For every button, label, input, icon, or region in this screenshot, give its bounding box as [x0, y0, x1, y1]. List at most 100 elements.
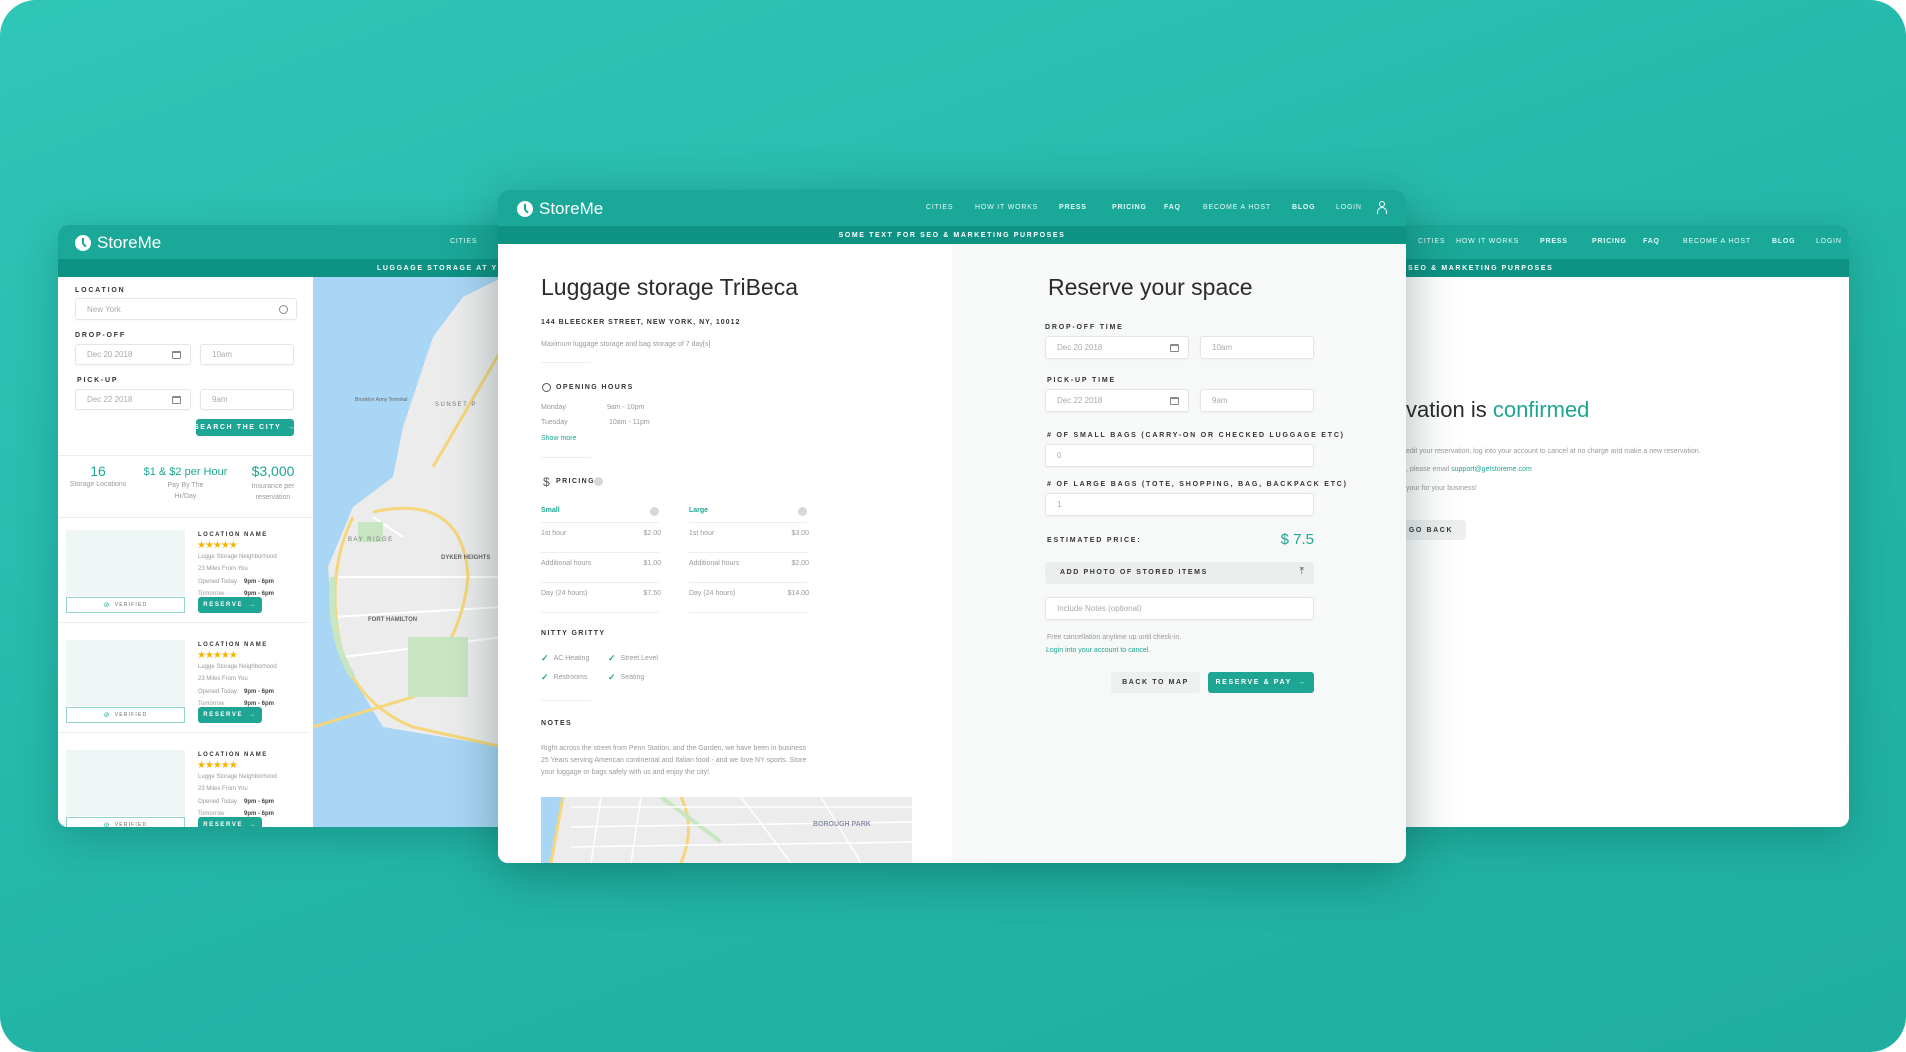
search-city-button[interactable]: SEARCH THE CITY →	[194, 419, 294, 436]
distance: 23 Miles From You	[198, 566, 248, 572]
info-icon[interactable]	[594, 477, 603, 486]
check-circle-icon: ⊘	[103, 712, 111, 719]
location-map[interactable]: BOROUGH PARK	[541, 797, 912, 863]
notes-input[interactable]: Include Notes (optional)	[1045, 597, 1314, 620]
list-item[interactable]: ⊘ VERIFIED LOCATION NAME ★★★★★ Lugge Stor…	[58, 745, 313, 827]
divider	[689, 552, 807, 553]
listing-photo	[66, 750, 185, 816]
locate-icon[interactable]	[279, 305, 288, 314]
pickup-time-input[interactable]: 9am	[200, 389, 294, 410]
reserve-title: Reserve your space	[1048, 274, 1253, 300]
amenity-item: ✓ Street Level	[608, 653, 658, 664]
divider	[541, 457, 591, 458]
divider	[541, 362, 591, 363]
pickup-date-input[interactable]: Dec 22 2018	[1045, 389, 1189, 412]
nav-become-host[interactable]: BECOME A HOST	[1203, 204, 1271, 211]
nav-press[interactable]: PRESS	[1059, 204, 1087, 211]
reserve-button[interactable]: RESERVE →	[198, 597, 262, 613]
info-icon[interactable]	[798, 507, 807, 516]
nav-how-it-works[interactable]: HOW IT WORKS	[975, 204, 1038, 211]
nav-pricing[interactable]: PRICING	[1592, 238, 1627, 245]
location-input[interactable]: New York	[75, 298, 297, 320]
dropoff-time-input[interactable]: 10am	[200, 344, 294, 365]
price-row-label: Additional hours	[689, 560, 740, 567]
pickup-date-input[interactable]: Dec 22 2018	[75, 389, 191, 410]
user-icon[interactable]	[1376, 201, 1388, 214]
support-email-link[interactable]: support@getstoreme.com	[1451, 466, 1532, 473]
price-row-label: 1st hour	[541, 530, 567, 537]
list-item[interactable]: ⊘ VERIFIED LOCATION NAME ★★★★★ Lugge Stor…	[58, 635, 313, 745]
nav-pricing[interactable]: PRICING	[1112, 204, 1147, 211]
today-hours: 9pm - 6pm	[244, 799, 275, 805]
nav-faq[interactable]: FAQ	[1164, 204, 1181, 211]
list-item[interactable]: ⊘ VERIFIED LOCATION NAME ★★★★★ Lugge Stor…	[58, 525, 313, 635]
today-label: Opened Today	[198, 799, 237, 805]
search-sidebar: LOCATION New York DROP-OFF Dec 20 2018 1…	[58, 277, 313, 827]
dollar-icon: $	[543, 475, 550, 489]
info-icon[interactable]	[650, 507, 659, 516]
back-to-map-button[interactable]: BACK TO MAP	[1111, 672, 1200, 693]
stat: $1 & $2 per Hour Pay By The Hr/Day	[138, 463, 233, 503]
logo[interactable]: StoreMe	[75, 233, 161, 253]
button-label: RESERVE	[203, 822, 244, 827]
arrow-right-icon: →	[249, 602, 257, 608]
pickup-label: PICK-UP	[77, 377, 119, 384]
reserve-button[interactable]: RESERVE →	[198, 817, 262, 827]
address: 144 BLEECKER STREET, NEW YORK, NY, 10012	[541, 319, 741, 326]
nav-cities[interactable]: CITIES	[926, 204, 953, 211]
show-more-link[interactable]: Show more	[541, 435, 576, 442]
hours-day: Tuesday	[541, 419, 568, 426]
login-cancel-link[interactable]: Login into your account to cancel.	[1046, 647, 1150, 654]
nav-faq[interactable]: FAQ	[1643, 238, 1660, 245]
divider	[689, 582, 807, 583]
location-details: Luggage storage TriBeca 144 BLEECKER STR…	[498, 244, 952, 863]
nav-how-it-works[interactable]: HOW IT WORKS	[1456, 238, 1519, 245]
small-bags-input[interactable]: 0	[1045, 444, 1314, 467]
small-bags-value: 0	[1057, 451, 1062, 460]
listing-photo	[66, 530, 185, 596]
go-back-button[interactable]: GO BACK	[1396, 520, 1466, 540]
stat-value: $1 & $2 per Hour	[143, 466, 228, 478]
check-icon: ✓	[541, 672, 549, 682]
check-icon: ✓	[608, 653, 616, 663]
reserve-pay-button[interactable]: RESERVE & PAY →	[1208, 672, 1314, 693]
large-bags-input[interactable]: 1	[1045, 493, 1314, 516]
map-label: BOROUGH PARK	[813, 821, 871, 828]
nav-blog[interactable]: BLOG	[1772, 238, 1795, 245]
price-row-label: Day (24 hours)	[541, 590, 588, 597]
nav-cities[interactable]: CITIES	[450, 238, 477, 245]
hours-time: 9am - 10pm	[607, 404, 645, 411]
nav-become-host[interactable]: BECOME A HOST	[1683, 238, 1751, 245]
neighborhood: Lugge Storage Neighborhood	[198, 664, 277, 670]
distance: 23 Miles From You	[198, 786, 248, 792]
pickup-time-input[interactable]: 9am	[1200, 389, 1314, 412]
large-bags-label: # OF LARGE BAGS (TOTE, SHOPPING, BAG, BA…	[1047, 481, 1348, 488]
clock-icon	[542, 383, 551, 392]
pickup-date: Dec 22 2018	[87, 395, 133, 404]
large-bags-value: 1	[1057, 500, 1062, 509]
map[interactable]: Brooklyn Army Terminal SUNSET P BAY RIDG…	[313, 277, 503, 827]
verified-badge: ⊘ VERIFIED	[66, 707, 185, 723]
page-title: Luggage storage TriBeca	[541, 274, 799, 300]
pricing-title: PRICING	[556, 478, 595, 485]
estimated-price-label: ESTIMATED PRICE:	[1047, 537, 1142, 544]
dropoff-date-input[interactable]: Dec 20 2018	[1045, 336, 1189, 359]
dropoff-time-input[interactable]: 10am	[1200, 336, 1314, 359]
calendar-icon	[1170, 343, 1179, 352]
pricing-table-large: Large 1st hour $3.00 Additional hours $2…	[689, 504, 809, 624]
today-label: Opened Today	[198, 689, 237, 695]
logo[interactable]: StoreMe	[517, 199, 603, 219]
nav-press[interactable]: PRESS	[1540, 238, 1568, 245]
reserve-button[interactable]: RESERVE →	[198, 707, 262, 723]
nav-cities[interactable]: CITIES	[1418, 238, 1445, 245]
price-row-value: $1.00	[643, 560, 661, 567]
add-photo-button[interactable]: ADD PHOTO OF STORED ITEMS ⤒	[1045, 562, 1314, 584]
nav-login[interactable]: LOGIN	[1816, 238, 1842, 245]
map-label: BAY RIDGE	[348, 537, 394, 543]
price-row-label: Additional hours	[541, 560, 592, 567]
nav-login[interactable]: LOGIN	[1336, 204, 1362, 211]
price-row-value: $14.00	[787, 590, 809, 597]
nav-blog[interactable]: BLOG	[1292, 204, 1315, 211]
dropoff-date-input[interactable]: Dec 20 2018	[75, 344, 191, 365]
estimated-price-value: $ 7.5	[1280, 531, 1314, 548]
